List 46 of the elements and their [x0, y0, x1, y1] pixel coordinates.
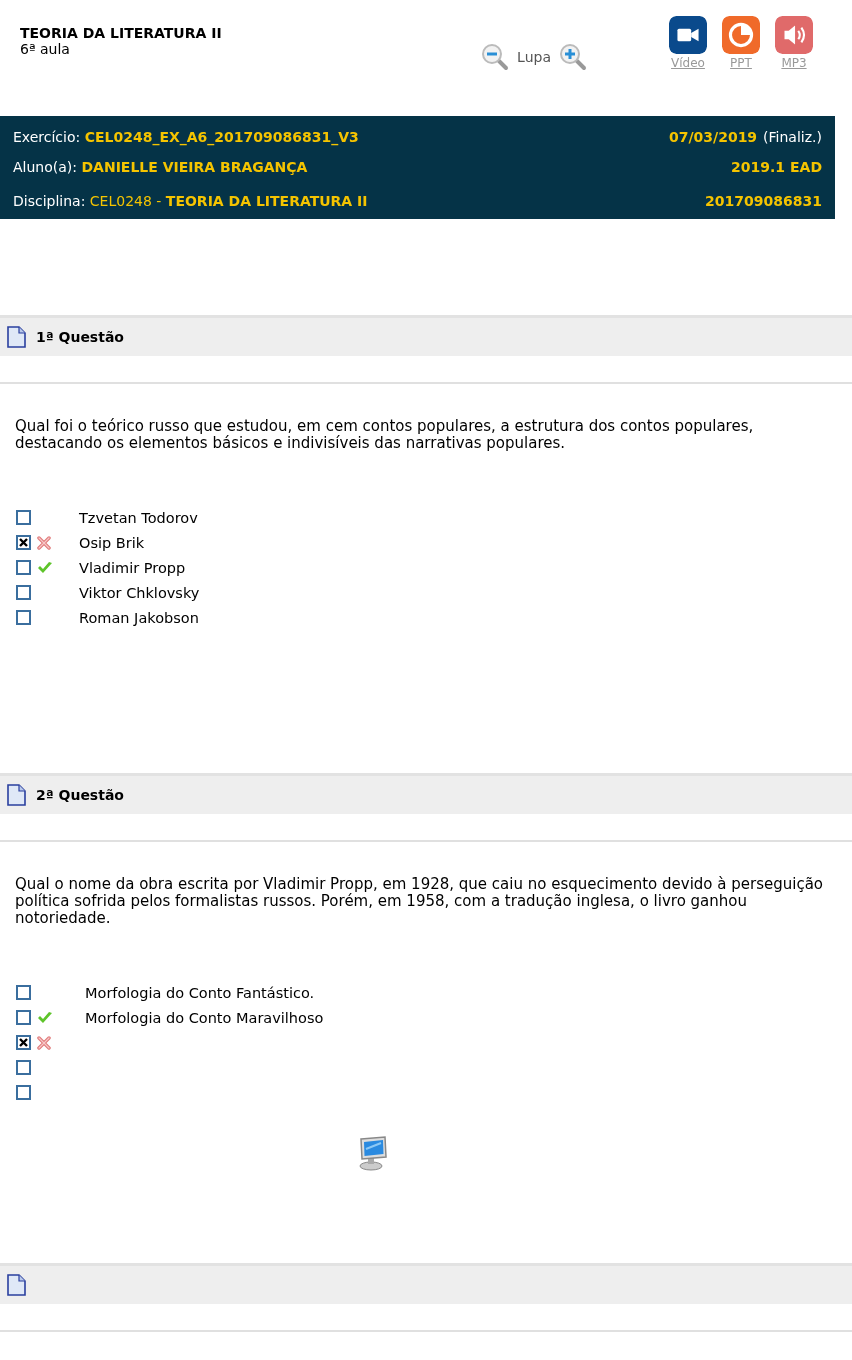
question-text: Qual o nome da obra escrita por Vladimir Propp, em 1928, que caiu no esquecimento devido à perseguição política sofrida pelos formalistas russos. Porém, em 1958, com a tradução inglesa, o livro ganhou notoriedade. [15, 876, 825, 927]
field-value: 2019.1 EAD [731, 158, 822, 177]
course-title: TEORIA DA LITERATURA II [20, 25, 223, 42]
media-link[interactable]: PPT [730, 56, 752, 70]
question-title: 1ª Questão [36, 329, 124, 345]
answer-option: Viktor Chklovsky [79, 584, 200, 601]
checkbox[interactable] [16, 510, 31, 525]
answer-option: Tzvetan Todorov [79, 509, 198, 526]
checkbox[interactable] [16, 585, 31, 600]
media-link[interactable]: MP3 [781, 56, 807, 70]
document-icon [7, 784, 26, 806]
document-icon [7, 1274, 26, 1296]
checkbox[interactable] [16, 535, 31, 550]
checkbox[interactable] [16, 985, 31, 1000]
status-note: (Finaliz.) [763, 128, 822, 147]
field-value: CEL0248 - TEORIA DA LITERATURA II [89, 193, 368, 209]
pie-chart-icon[interactable] [722, 16, 760, 54]
checkbox[interactable] [16, 1060, 31, 1075]
media-link[interactable]: Vídeo [671, 56, 705, 70]
checkbox[interactable] [16, 1035, 31, 1050]
speaker-icon[interactable] [775, 16, 813, 54]
checkbox[interactable] [16, 1010, 31, 1025]
zoom-in-icon[interactable] [559, 43, 587, 71]
answer-option: Vladimir Propp [79, 559, 186, 576]
monitor-icon [357, 1135, 389, 1171]
field-value: CEL0248_EX_A6_201709086831_V3 [84, 129, 359, 145]
answer-option: Morfologia do Conto Fantástico. [85, 984, 315, 1001]
answer-option: Roman Jakobson [79, 609, 199, 626]
checkbox[interactable] [16, 560, 31, 575]
field-label: Exercício: [13, 129, 81, 145]
question-title: 2ª Questão [36, 787, 124, 803]
question-text: Qual foi o teórico russo que estudou, em cem contos populares, a estrutura dos contos populares, destacando os elementos básicos e indivisíveis das narrativas populares. [15, 418, 755, 452]
field-value: 07/03/2019 [668, 128, 758, 147]
answer-option: Osip Brik [79, 534, 145, 551]
field-value: DANIELLE VIEIRA BRAGANÇA [81, 159, 308, 175]
answer-option: Morfologia do Conto Maravilhoso [85, 1009, 324, 1026]
checkbox[interactable] [16, 610, 31, 625]
camera-icon[interactable] [669, 16, 707, 54]
lesson-label: 6ª aula [20, 42, 71, 57]
field-label: Disciplina: [13, 193, 86, 209]
document-icon [7, 326, 26, 348]
zoom-out-icon[interactable] [481, 43, 510, 71]
checkbox[interactable] [16, 1085, 31, 1100]
field-label: Aluno(a): [13, 159, 77, 175]
field-value: 201709086831 [705, 192, 822, 211]
zoom-label: Lupa [517, 49, 551, 65]
